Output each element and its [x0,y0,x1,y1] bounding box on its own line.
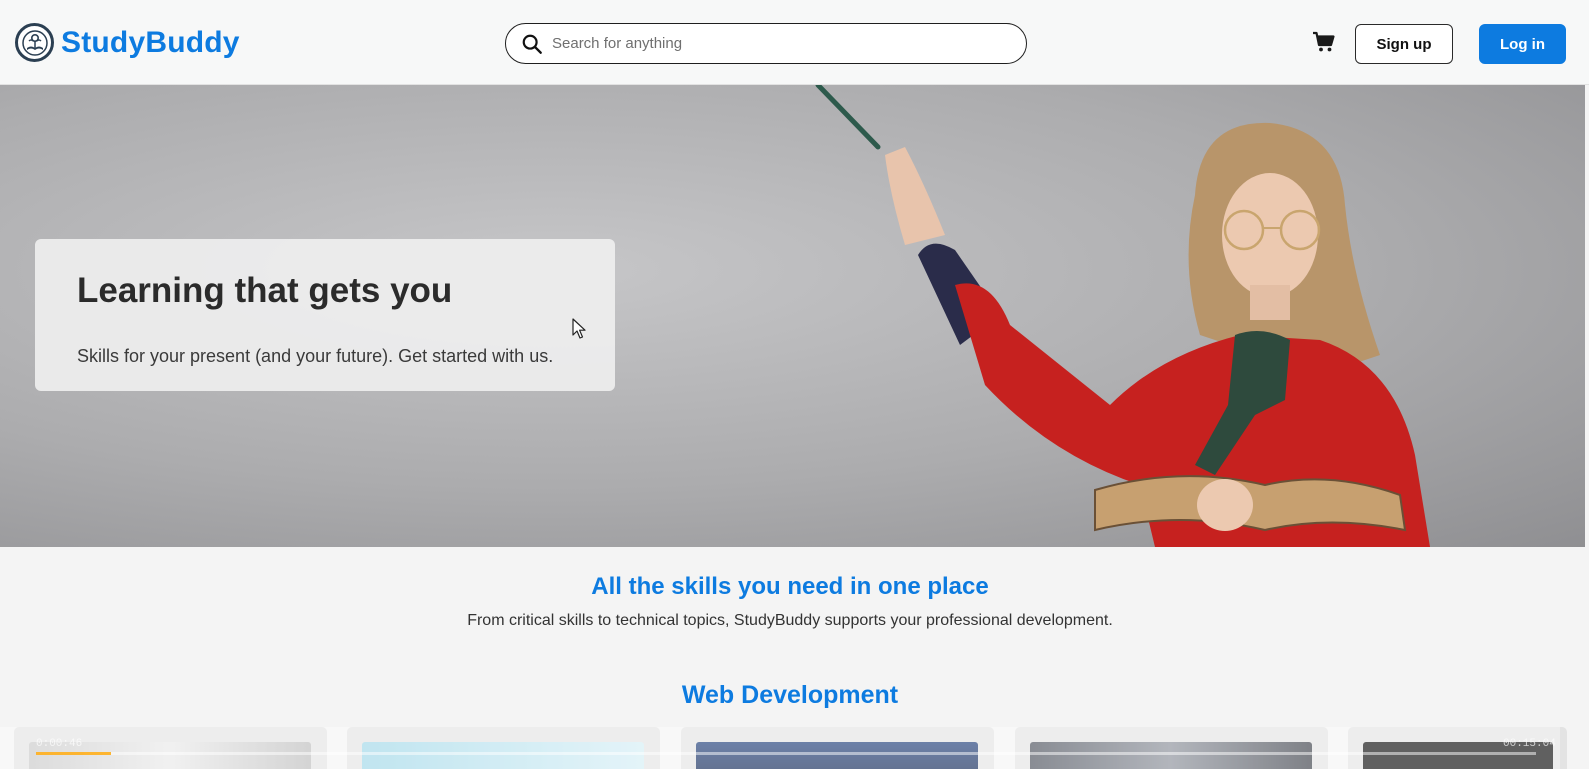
brand-name: StudyBuddy [61,25,240,59]
page: StudyBuddy Sign up Log in [0,0,1589,769]
search-icon [522,34,542,54]
search-input[interactable] [552,35,1026,52]
log-in-label: Log in [1500,35,1545,53]
sign-up-label: Sign up [1376,35,1432,53]
skills-heading: All the skills you need in one place [591,573,989,600]
hero-banner: Learning that gets you Skills for your p… [0,85,1585,547]
video-controls-overlay [0,727,1560,769]
brand[interactable]: StudyBuddy [15,23,240,62]
category-heading: Web Development [681,681,899,709]
sign-up-button[interactable]: Sign up [1355,24,1453,64]
video-progress-fill [36,752,111,755]
tree-book-logo-icon [15,23,54,62]
cart-icon[interactable] [1312,30,1336,54]
video-progress-bar[interactable] [36,752,1536,755]
hero-title: Learning that gets you [77,271,453,310]
search-bar[interactable] [505,23,1027,64]
video-elapsed-time: 0:00:46 [36,738,83,750]
log-in-button[interactable]: Log in [1479,24,1566,64]
mouse-cursor-icon [572,318,586,339]
hero-card: Learning that gets you Skills for your p… [35,239,615,391]
top-navbar: StudyBuddy Sign up Log in [0,0,1589,85]
video-duration: 00:15:04 [1503,738,1556,750]
skills-subheading: From critical skills to technical topics… [467,612,1113,629]
hero-subtitle: Skills for your present (and your future… [77,346,554,366]
